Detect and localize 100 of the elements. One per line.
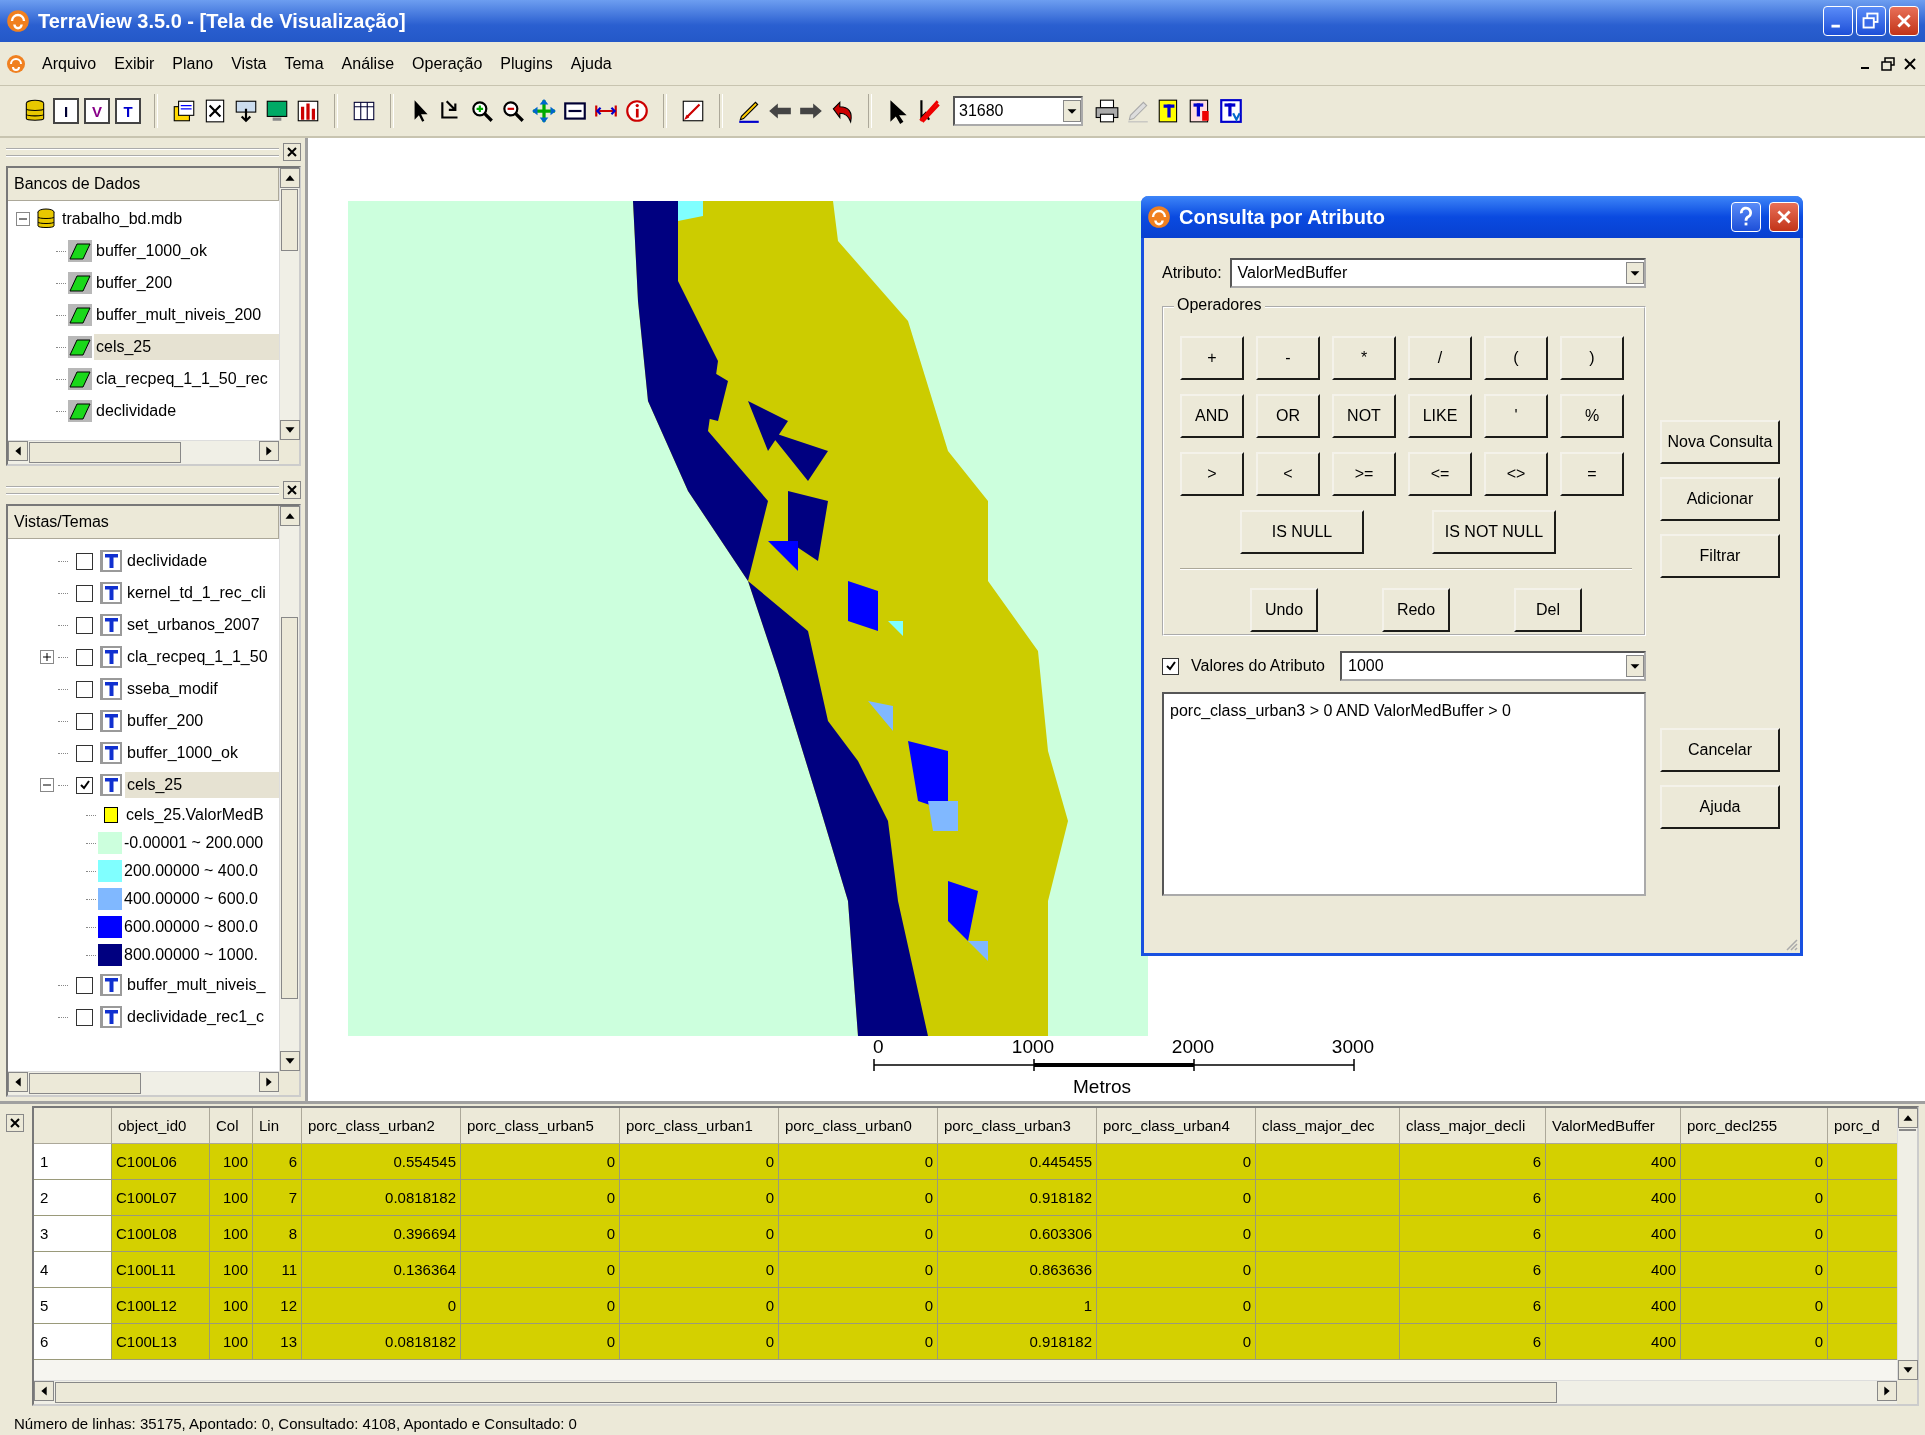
scroll-down-icon[interactable] bbox=[280, 1051, 300, 1071]
operator-button[interactable]: AND bbox=[1180, 394, 1244, 438]
column-header[interactable]: Lin bbox=[253, 1108, 302, 1144]
tree-item[interactable]: cels_25 bbox=[125, 772, 279, 798]
checkbox[interactable] bbox=[76, 744, 93, 762]
row-header[interactable]: 2 bbox=[34, 1180, 112, 1216]
operator-button[interactable]: >= bbox=[1332, 452, 1396, 496]
dialog-button[interactable]: Cancelar bbox=[1660, 728, 1780, 772]
operator-button[interactable]: = bbox=[1560, 452, 1624, 496]
scroll-thumb[interactable] bbox=[29, 1073, 141, 1094]
legend-label[interactable]: -0.00001 ~ 200.000 bbox=[124, 832, 279, 854]
scroll-thumb[interactable] bbox=[281, 189, 298, 251]
scale-combo[interactable]: 31680 bbox=[953, 96, 1083, 126]
resize-grip-icon[interactable] bbox=[1784, 937, 1798, 951]
column-header[interactable]: porc_decl255 bbox=[1681, 1108, 1828, 1144]
tree-item[interactable]: buffer_200 bbox=[94, 270, 279, 296]
checkbox[interactable] bbox=[76, 584, 93, 602]
attribute-dropdown[interactable]: ValorMedBuffer bbox=[1229, 258, 1646, 288]
import-icon[interactable] bbox=[233, 98, 259, 124]
row-header[interactable]: 4 bbox=[34, 1252, 112, 1288]
menu-item[interactable]: Plano bbox=[170, 52, 216, 75]
checkbox[interactable] bbox=[76, 616, 93, 634]
checkbox[interactable] bbox=[76, 712, 93, 730]
operator-button[interactable]: IS NULL bbox=[1240, 510, 1364, 554]
document-icon[interactable] bbox=[1218, 98, 1244, 124]
scroll-thumb[interactable] bbox=[55, 1382, 1557, 1403]
checkbox[interactable] bbox=[76, 680, 93, 698]
operator-button[interactable]: IS NOT NULL bbox=[1432, 510, 1556, 554]
pencil-icon[interactable] bbox=[736, 98, 762, 124]
scroll-right-icon[interactable] bbox=[259, 1072, 279, 1092]
scroll-up-icon[interactable] bbox=[280, 168, 300, 188]
checkbox[interactable] bbox=[1162, 657, 1179, 675]
tree-item[interactable]: buffer_1000_ok bbox=[125, 740, 279, 766]
column-header[interactable]: object_id0 bbox=[112, 1108, 210, 1144]
toolbar-button[interactable]: V bbox=[84, 98, 110, 124]
restore-icon[interactable] bbox=[1879, 54, 1897, 73]
edit-button[interactable]: Redo bbox=[1382, 588, 1450, 632]
operator-button[interactable]: > bbox=[1180, 452, 1244, 496]
zoom-in-icon[interactable] bbox=[469, 98, 495, 124]
printer-icon[interactable] bbox=[1094, 98, 1120, 124]
operator-button[interactable]: <> bbox=[1484, 452, 1548, 496]
chart-icon[interactable] bbox=[295, 98, 321, 124]
legend-label[interactable]: 400.00000 ~ 600.0 bbox=[124, 888, 279, 910]
tree-item[interactable]: trabalho_bd.mdb bbox=[60, 206, 279, 232]
layers-icon[interactable] bbox=[171, 98, 197, 124]
menu-item[interactable]: Análise bbox=[339, 52, 397, 75]
scroll-thumb[interactable] bbox=[1899, 1129, 1916, 1131]
column-header[interactable]: porc_class_urban4 bbox=[1097, 1108, 1256, 1144]
query-field[interactable]: porc_class_urban3 > 0 AND ValorMedBuffer > 0 bbox=[1162, 692, 1646, 896]
row-header[interactable]: 6 bbox=[34, 1324, 112, 1360]
vertical-scrollbar[interactable] bbox=[1897, 1108, 1917, 1380]
tree-item[interactable]: buffer_200 bbox=[125, 708, 279, 734]
scroll-down-icon[interactable] bbox=[280, 420, 300, 440]
vertical-scrollbar[interactable] bbox=[279, 168, 299, 440]
close-icon[interactable] bbox=[6, 1114, 24, 1132]
column-header[interactable]: porc_d bbox=[1828, 1108, 1897, 1144]
dialog-button[interactable]: Ajuda bbox=[1660, 785, 1780, 829]
checkbox[interactable] bbox=[76, 552, 93, 570]
operator-button[interactable]: - bbox=[1256, 336, 1320, 380]
minimize-icon[interactable] bbox=[1823, 6, 1853, 36]
dialog-button[interactable]: Nova Consulta bbox=[1660, 420, 1780, 464]
scroll-down-icon[interactable] bbox=[1898, 1360, 1918, 1380]
menu-item[interactable]: Vista bbox=[229, 52, 269, 75]
scroll-right-icon[interactable] bbox=[259, 441, 279, 461]
column-header[interactable]: class_major_decli bbox=[1400, 1108, 1546, 1144]
menu-item[interactable]: Plugins bbox=[498, 52, 555, 75]
collapse-icon[interactable] bbox=[40, 778, 54, 792]
scroll-up-icon[interactable] bbox=[280, 506, 300, 526]
horizontal-scrollbar[interactable] bbox=[8, 440, 279, 464]
operator-button[interactable]: + bbox=[1180, 336, 1244, 380]
dialog-button[interactable]: Adicionar bbox=[1660, 477, 1780, 521]
toolbar-button[interactable]: I bbox=[53, 98, 79, 124]
horizontal-scrollbar[interactable] bbox=[8, 1071, 279, 1095]
menu-item[interactable]: Exibir bbox=[112, 52, 157, 75]
dialog-button[interactable]: Filtrar bbox=[1660, 534, 1780, 578]
legend-label[interactable]: 600.00000 ~ 800.0 bbox=[124, 916, 279, 938]
column-header[interactable]: porc_class_urban5 bbox=[461, 1108, 620, 1144]
scroll-left-icon[interactable] bbox=[34, 1381, 54, 1401]
draw-icon[interactable] bbox=[680, 98, 706, 124]
column-header[interactable]: class_major_dec bbox=[1256, 1108, 1400, 1144]
tree-item[interactable]: buffer_mult_niveis_ bbox=[125, 972, 279, 998]
column-header[interactable]: Col bbox=[210, 1108, 253, 1144]
column-header[interactable]: porc_class_urban3 bbox=[938, 1108, 1097, 1144]
tree-item[interactable]: cla_recpeq_1_1_50 bbox=[125, 644, 279, 670]
operator-button[interactable]: <= bbox=[1408, 452, 1472, 496]
operator-button[interactable]: ( bbox=[1484, 336, 1548, 380]
legend-label[interactable]: 800.00000 ~ 1000. bbox=[124, 944, 279, 966]
tree-item[interactable]: cels_25 bbox=[94, 334, 279, 360]
column-header[interactable]: porc_class_urban2 bbox=[302, 1108, 461, 1144]
help-icon[interactable] bbox=[1731, 202, 1761, 232]
tree-item[interactable]: kernel_td_1_rec_cli bbox=[125, 580, 279, 606]
pan-icon[interactable] bbox=[531, 98, 557, 124]
row-header[interactable]: 5 bbox=[34, 1288, 112, 1324]
monitor-icon[interactable] bbox=[264, 98, 290, 124]
vertical-scrollbar[interactable] bbox=[279, 506, 299, 1071]
edit-button[interactable]: Undo bbox=[1250, 588, 1318, 632]
checkbox[interactable] bbox=[76, 648, 93, 666]
info-icon[interactable] bbox=[624, 98, 650, 124]
checkbox[interactable] bbox=[76, 976, 93, 994]
menu-item[interactable]: Tema bbox=[282, 52, 326, 75]
